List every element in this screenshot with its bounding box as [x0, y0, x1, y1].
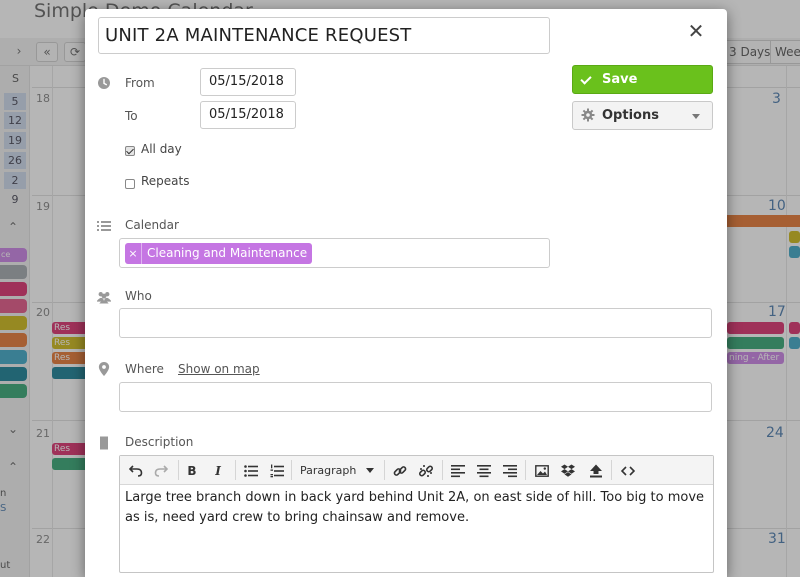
description-editor: B I Paragraph Large tree branch down in … [119, 455, 714, 573]
align-left-icon[interactable] [448, 461, 468, 481]
upload-icon[interactable] [586, 461, 606, 481]
calendar-tag-label: Cleaning and Maintenance [147, 246, 308, 260]
bold-icon[interactable]: B [182, 461, 202, 481]
users-icon [97, 292, 111, 304]
description-label: Description [125, 435, 194, 449]
document-icon [100, 436, 108, 450]
to-date-input[interactable]: 05/15/2018 [200, 101, 296, 129]
from-label: From [125, 76, 155, 90]
checkmark-icon [580, 73, 592, 85]
map-marker-icon [98, 362, 110, 376]
list-icon [97, 221, 111, 231]
calendar-label: Calendar [125, 218, 179, 232]
align-right-icon[interactable] [500, 461, 520, 481]
caret-down-icon [366, 468, 374, 473]
description-text[interactable]: Large tree branch down in back yard behi… [125, 488, 709, 528]
align-center-icon[interactable] [474, 461, 494, 481]
calendar-tag: × Cleaning and Maintenance [125, 243, 313, 264]
save-button-label: Save [602, 72, 638, 87]
repeats-checkbox[interactable] [125, 179, 135, 189]
caret-down-icon [692, 114, 700, 119]
gear-icon [581, 108, 595, 122]
show-on-map-link[interactable]: Show on map [178, 362, 260, 376]
all-day-checkbox[interactable] [125, 146, 135, 156]
tag-remove-icon[interactable]: × [125, 243, 142, 264]
from-date-input[interactable]: 05/15/2018 [200, 68, 296, 96]
unlink-icon[interactable] [416, 461, 436, 481]
numbered-list-icon[interactable] [267, 461, 287, 481]
save-button[interactable]: Save [572, 65, 713, 94]
toolbar-separator [291, 460, 292, 480]
who-input[interactable] [119, 308, 712, 338]
where-input[interactable] [119, 382, 712, 412]
toolbar-separator [235, 460, 236, 480]
to-label: To [125, 109, 138, 123]
dropbox-icon[interactable] [558, 461, 578, 481]
toolbar-separator [178, 460, 179, 480]
clock-icon [98, 77, 110, 89]
image-icon[interactable] [532, 461, 552, 481]
close-icon[interactable]: ✕ [685, 20, 707, 42]
repeats-label: Repeats [141, 174, 190, 188]
bullet-list-icon[interactable] [241, 461, 261, 481]
event-dialog: UNIT 2A MAINTENANCE REQUEST ✕ From 05/15… [85, 9, 727, 577]
redo-icon[interactable] [151, 461, 171, 481]
calendar-select[interactable]: × Cleaning and Maintenance [119, 238, 550, 268]
all-day-label: All day [141, 142, 182, 156]
italic-icon[interactable]: I [208, 461, 228, 481]
toolbar-separator [525, 460, 526, 480]
options-button-label: Options [602, 108, 659, 123]
editor-toolbar: B I Paragraph [120, 456, 713, 485]
options-dropdown-button[interactable]: Options [572, 101, 713, 130]
code-view-icon[interactable] [618, 461, 638, 481]
toolbar-separator [611, 460, 612, 480]
undo-icon[interactable] [126, 461, 146, 481]
toolbar-separator [384, 460, 385, 480]
paragraph-format-select[interactable]: Paragraph [294, 460, 380, 481]
toolbar-separator [442, 460, 443, 480]
link-icon[interactable] [390, 461, 410, 481]
where-label: Where [125, 362, 164, 376]
who-label: Who [125, 289, 152, 303]
paragraph-format-value: Paragraph [300, 464, 357, 477]
event-title-input[interactable]: UNIT 2A MAINTENANCE REQUEST [98, 17, 550, 54]
